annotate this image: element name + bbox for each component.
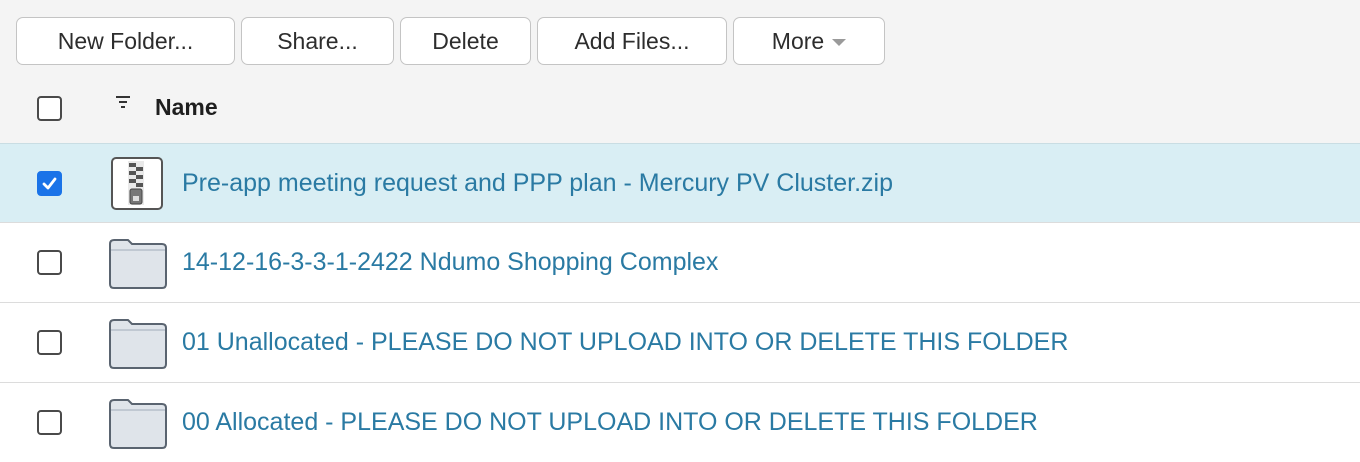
row-checkbox[interactable] [37, 410, 62, 435]
item-name-link[interactable]: 01 Unallocated - PLEASE DO NOT UPLOAD IN… [182, 328, 1068, 357]
select-all-checkbox[interactable] [37, 96, 62, 121]
toolbar: New Folder... Share... Delete Add Files.… [16, 17, 885, 65]
folder-icon [109, 239, 167, 289]
new-folder-button[interactable]: New Folder... [16, 17, 235, 65]
delete-button[interactable]: Delete [400, 17, 531, 65]
item-name-link[interactable]: Pre-app meeting request and PPP plan - M… [182, 169, 893, 198]
more-dropdown-button[interactable]: More [733, 17, 885, 65]
zip-file-icon [111, 157, 163, 210]
list-item[interactable]: 14-12-16-3-3-1-2422 Ndumo Shopping Compl… [0, 223, 1360, 303]
chevron-down-icon [832, 39, 847, 46]
add-files-button[interactable]: Add Files... [537, 17, 727, 65]
item-name-link[interactable]: 14-12-16-3-3-1-2422 Ndumo Shopping Compl… [182, 248, 718, 277]
list-item[interactable]: Pre-app meeting request and PPP plan - M… [0, 143, 1360, 223]
more-label: More [771, 27, 825, 54]
folder-icon [109, 319, 167, 369]
checkmark-icon [42, 177, 57, 190]
row-checkbox[interactable] [37, 250, 62, 275]
share-button[interactable]: Share... [241, 17, 394, 65]
file-browser: New Folder... Share... Delete Add Files.… [0, 0, 1360, 462]
sort-icon[interactable] [116, 96, 130, 108]
folder-icon [109, 399, 167, 449]
row-checkbox[interactable] [37, 171, 62, 196]
list-item[interactable]: 00 Allocated - PLEASE DO NOT UPLOAD INTO… [0, 383, 1360, 462]
row-checkbox[interactable] [37, 330, 62, 355]
item-name-link[interactable]: 00 Allocated - PLEASE DO NOT UPLOAD INTO… [182, 408, 1038, 437]
list-item[interactable]: 01 Unallocated - PLEASE DO NOT UPLOAD IN… [0, 303, 1360, 383]
list-header: Name [0, 70, 1360, 143]
name-column-header[interactable]: Name [155, 94, 218, 121]
